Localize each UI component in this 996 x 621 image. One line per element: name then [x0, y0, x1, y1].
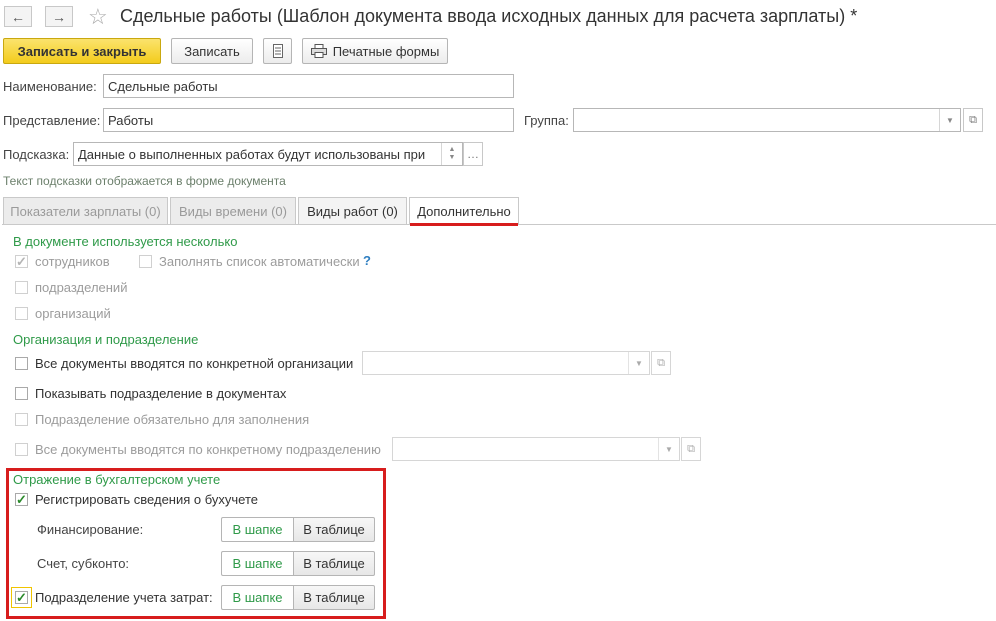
department-select[interactable]: ▼ — [392, 437, 680, 461]
arrow-right-icon: → — [52, 8, 66, 25]
more-actions-button[interactable] — [263, 38, 292, 64]
all-docs-dept-checkbox[interactable] — [15, 443, 28, 456]
open-icon: ⧉ — [969, 113, 977, 126]
forward-button[interactable]: → — [45, 6, 73, 27]
employees-label: сотрудников — [35, 254, 110, 269]
print-forms-label: Печатные формы — [332, 43, 440, 59]
back-button[interactable]: ← — [4, 6, 32, 27]
account-in-table[interactable]: В таблице — [293, 551, 375, 576]
tab-additional[interactable]: Дополнительно — [409, 197, 519, 225]
section-used-title: В документе используется несколько — [13, 234, 238, 249]
check-icon: ✓ — [16, 492, 27, 507]
open-icon: ⧉ — [687, 442, 695, 455]
show-dept-checkbox[interactable] — [15, 387, 28, 400]
all-docs-org-label: Все документы вводятся по конкретной орг… — [35, 356, 354, 371]
list-icon — [272, 44, 283, 58]
cost-dept-in-table[interactable]: В таблице — [293, 585, 375, 610]
financing-label: Финансирование: — [37, 522, 144, 537]
save-button[interactable]: Записать — [171, 38, 253, 64]
printer-icon — [310, 44, 327, 58]
fill-auto-label: Заполнять список автоматически — [159, 254, 360, 269]
star-icon[interactable]: ☆ — [88, 4, 108, 30]
fill-auto-checkbox[interactable] — [139, 255, 152, 268]
chevron-down-icon[interactable]: ▼ — [628, 352, 649, 374]
employees-checkbox[interactable]: ✓ — [15, 255, 28, 268]
window-title: Сдельные работы (Шаблон документа ввода … — [120, 6, 858, 26]
account-in-header[interactable]: В шапке — [221, 551, 293, 576]
chevron-down-icon[interactable]: ▼ — [658, 438, 679, 460]
register-acc-label: Регистрировать сведения о бухучете — [35, 492, 259, 507]
financing-in-header[interactable]: В шапке — [221, 517, 293, 542]
cost-dept-toggle[interactable]: В шапке В таблице — [221, 585, 375, 610]
financing-toggle[interactable]: В шапке В таблице — [221, 517, 375, 542]
ellipsis-icon: … — [467, 147, 479, 161]
open-department-button[interactable]: ⧉ — [681, 437, 701, 461]
organizations-checkbox[interactable] — [15, 307, 28, 320]
all-docs-dept-label: Все документы вводятся по конкретному по… — [35, 442, 381, 457]
hint-label: Подсказка: — [3, 147, 70, 162]
check-icon: ✓ — [16, 254, 27, 269]
active-tab-underline — [410, 223, 518, 226]
open-group-button[interactable]: ⧉ — [963, 108, 983, 132]
section-accounting-title: Отражение в бухгалтерском учете — [13, 472, 221, 487]
chevron-down-icon[interactable]: ▼ — [939, 109, 960, 131]
print-forms-button[interactable]: Печатные формы — [302, 38, 448, 64]
organization-select[interactable]: ▼ — [362, 351, 650, 375]
arrow-left-icon: ← — [11, 8, 25, 25]
section-org-title: Организация и подразделение — [13, 332, 199, 347]
financing-in-table[interactable]: В таблице — [293, 517, 375, 542]
hint-note: Текст подсказки отображается в форме док… — [3, 174, 286, 188]
name-field[interactable]: Сдельные работы — [103, 74, 514, 98]
group-select[interactable]: ▼ — [573, 108, 961, 132]
departments-checkbox[interactable] — [15, 281, 28, 294]
open-organization-button[interactable]: ⧉ — [651, 351, 671, 375]
dept-required-label: Подразделение обязательно для заполнения — [35, 412, 310, 427]
help-icon[interactable]: ? — [363, 253, 371, 268]
cost-dept-label: Подразделение учета затрат: — [35, 590, 213, 605]
register-acc-checkbox[interactable]: ✓ — [15, 493, 28, 506]
name-label: Наименование: — [3, 79, 97, 94]
hint-field[interactable]: Данные о выполненных работах будут испол… — [73, 142, 463, 166]
departments-label: подразделений — [35, 280, 128, 295]
hint-value: Данные о выполненных работах будут испол… — [78, 146, 426, 162]
show-dept-label: Показывать подразделение в документах — [35, 386, 287, 401]
hint-edit-button[interactable]: … — [463, 142, 483, 166]
representation-field[interactable]: Работы — [103, 108, 514, 132]
tab-work-types[interactable]: Виды работ (0) — [298, 197, 407, 224]
dept-required-checkbox[interactable] — [15, 413, 28, 426]
group-label: Группа: — [524, 113, 569, 128]
open-icon: ⧉ — [657, 356, 665, 369]
all-docs-org-checkbox[interactable] — [15, 357, 28, 370]
spin-icon[interactable]: ▲ ▼ — [441, 143, 462, 165]
cost-dept-in-header[interactable]: В шапке — [221, 585, 293, 610]
save-and-close-button[interactable]: Записать и закрыть — [3, 38, 161, 64]
tab-salary-indicators[interactable]: Показатели зарплаты (0) — [3, 197, 168, 224]
cost-dept-checkbox[interactable]: ✓ — [15, 591, 28, 604]
tab-time-types[interactable]: Виды времени (0) — [170, 197, 296, 224]
account-toggle[interactable]: В шапке В таблице — [221, 551, 375, 576]
representation-label: Представление: — [3, 113, 101, 128]
account-label: Счет, субконто: — [37, 556, 130, 571]
organizations-label: организаций — [35, 306, 111, 321]
check-icon: ✓ — [16, 590, 27, 605]
